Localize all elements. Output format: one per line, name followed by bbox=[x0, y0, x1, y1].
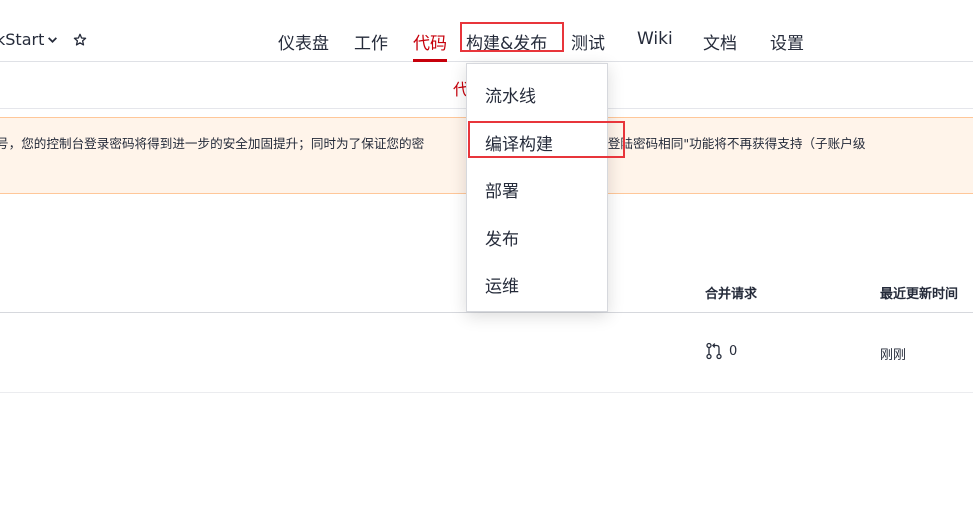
table-header-divider bbox=[0, 312, 973, 313]
nav-docs[interactable]: 文档 bbox=[703, 29, 737, 54]
nav-wiki[interactable]: Wiki bbox=[637, 29, 673, 49]
build-release-dropdown: 流水线 编译构建 部署 发布 运维 bbox=[466, 63, 608, 312]
chevron-down-icon bbox=[48, 37, 58, 43]
menu-item-operations[interactable]: 运维 bbox=[485, 272, 519, 297]
merge-request-icon bbox=[706, 342, 722, 360]
active-nav-underline bbox=[413, 59, 447, 62]
star-icon[interactable] bbox=[73, 33, 87, 47]
subtab-code[interactable]: 代码 bbox=[453, 76, 467, 100]
column-header-last-updated: 最近更新时间 bbox=[880, 287, 959, 302]
menu-item-release[interactable]: 发布 bbox=[485, 225, 519, 250]
project-name: kStart bbox=[0, 30, 45, 49]
nav-code[interactable]: 代码 bbox=[413, 29, 447, 54]
menu-item-build[interactable]: 编译构建 bbox=[485, 130, 553, 155]
column-header-merge-requests: 合并请求 bbox=[705, 287, 758, 302]
merge-request-count: 0 bbox=[729, 344, 738, 359]
nav-build-release[interactable]: 构建&发布 bbox=[466, 29, 547, 54]
menu-item-pipeline[interactable]: 流水线 bbox=[485, 82, 536, 107]
top-navbar: kStart 仪表盘 工作 代码 构建&发布 测试 Wiki 文档 设置 bbox=[0, 0, 973, 62]
nav-test[interactable]: 测试 bbox=[571, 29, 605, 54]
table-row-divider bbox=[0, 392, 973, 393]
last-updated-value: 刚刚 bbox=[880, 348, 907, 363]
nav-work[interactable]: 工作 bbox=[354, 29, 388, 54]
menu-item-deploy[interactable]: 部署 bbox=[485, 177, 519, 202]
nav-dashboard[interactable]: 仪表盘 bbox=[278, 29, 329, 54]
project-selector[interactable]: kStart bbox=[0, 30, 58, 49]
notice-text-left: 号，您的控制台登录密码将得到进一步的安全加固提升；同时为了保证您的密 bbox=[0, 136, 425, 151]
nav-settings[interactable]: 设置 bbox=[770, 29, 804, 54]
